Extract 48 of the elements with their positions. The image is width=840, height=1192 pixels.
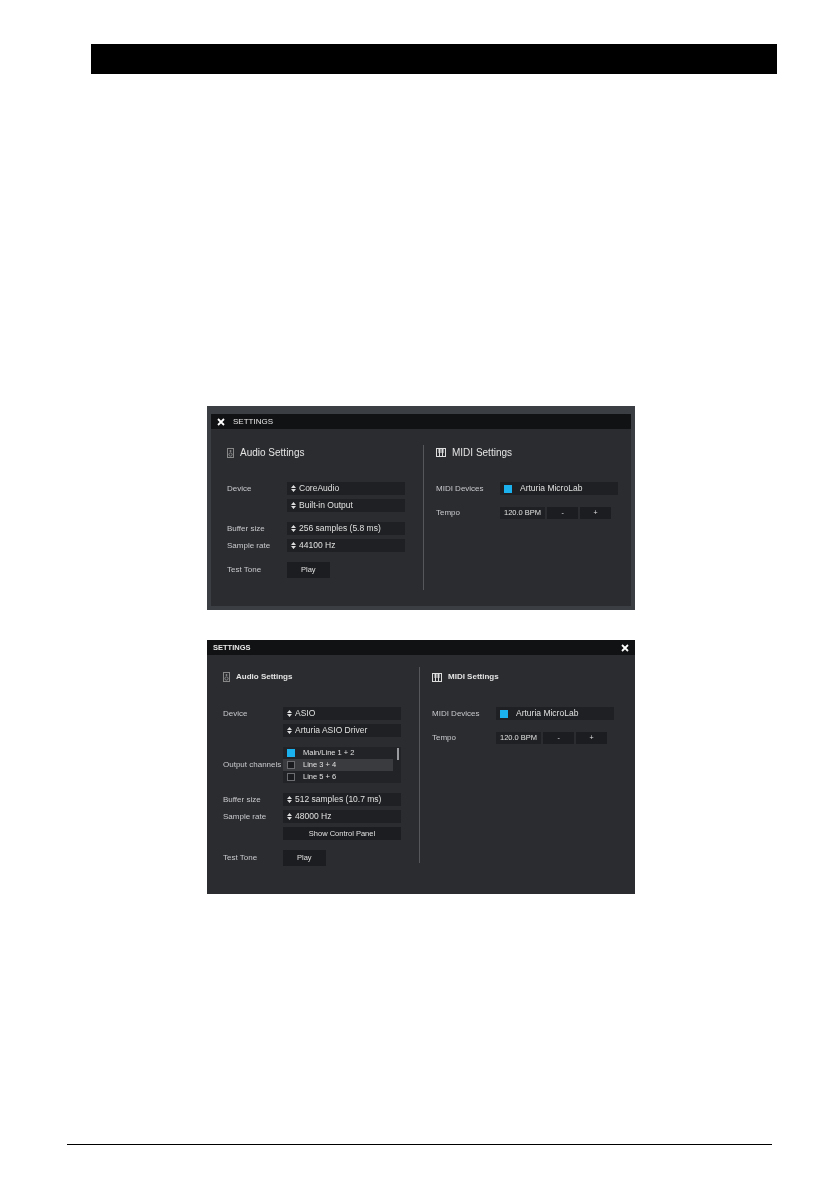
- window-title: SETTINGS: [233, 415, 273, 428]
- up-down-icon: [291, 485, 296, 492]
- speaker-icon: [223, 672, 230, 682]
- up-down-icon: [287, 796, 292, 803]
- field-label: Device: [227, 482, 253, 495]
- field-label: Sample rate: [227, 539, 272, 552]
- up-down-icon: [287, 710, 292, 717]
- speaker-icon: [227, 447, 234, 458]
- dropdown[interactable]: Arturia ASIO Driver: [283, 724, 401, 737]
- section-heading: Audio Settings: [236, 671, 293, 683]
- device-item[interactable]: Arturia MicroLab: [500, 482, 618, 495]
- section-heading: MIDI Settings: [452, 446, 513, 460]
- field-label: Device: [223, 707, 249, 720]
- field-label: Buffer size: [227, 522, 266, 535]
- dropdown[interactable]: 256 samples (5.8 ms): [287, 522, 405, 535]
- field-label: MIDI Devices: [436, 482, 485, 495]
- up-down-icon: [291, 542, 296, 549]
- up-down-icon: [291, 525, 296, 532]
- dropdown[interactable]: ASIO: [283, 707, 401, 720]
- field-label: Buffer size: [223, 793, 262, 806]
- device-item[interactable]: Arturia MicroLab: [496, 707, 614, 720]
- checkbox[interactable]: [504, 484, 512, 493]
- field-label: Sample rate: [223, 810, 268, 823]
- close-icon[interactable]: [217, 417, 225, 426]
- checkbox[interactable]: [287, 749, 295, 757]
- field-label: MIDI Devices: [432, 707, 481, 720]
- dropdown[interactable]: 48000 Hz: [283, 810, 401, 823]
- up-down-icon: [291, 502, 296, 509]
- field-label: Tempo: [436, 507, 461, 519]
- dropdown[interactable]: Built-in Output: [287, 499, 405, 512]
- checkbox[interactable]: [500, 709, 508, 718]
- dropdown[interactable]: CoreAudio: [287, 482, 405, 495]
- piano-keys-icon: [436, 448, 446, 457]
- up-down-icon: [287, 727, 292, 734]
- dropdown[interactable]: 44100 Hz: [287, 539, 405, 552]
- field-label: Output channels: [223, 759, 283, 771]
- piano-keys-icon: [432, 672, 442, 682]
- up-down-icon: [287, 813, 292, 820]
- field-label: Tempo: [432, 732, 457, 744]
- section-heading: MIDI Settings: [448, 671, 499, 683]
- section-heading: Audio Settings: [240, 446, 305, 460]
- checkbox[interactable]: [287, 761, 295, 769]
- field-label: Test Tone: [223, 852, 259, 864]
- checkbox[interactable]: [287, 773, 295, 781]
- field-label: Test Tone: [227, 564, 263, 576]
- dropdown[interactable]: 512 samples (10.7 ms): [283, 793, 401, 806]
- close-icon[interactable]: [621, 643, 629, 652]
- scrollbar[interactable]: [397, 748, 399, 760]
